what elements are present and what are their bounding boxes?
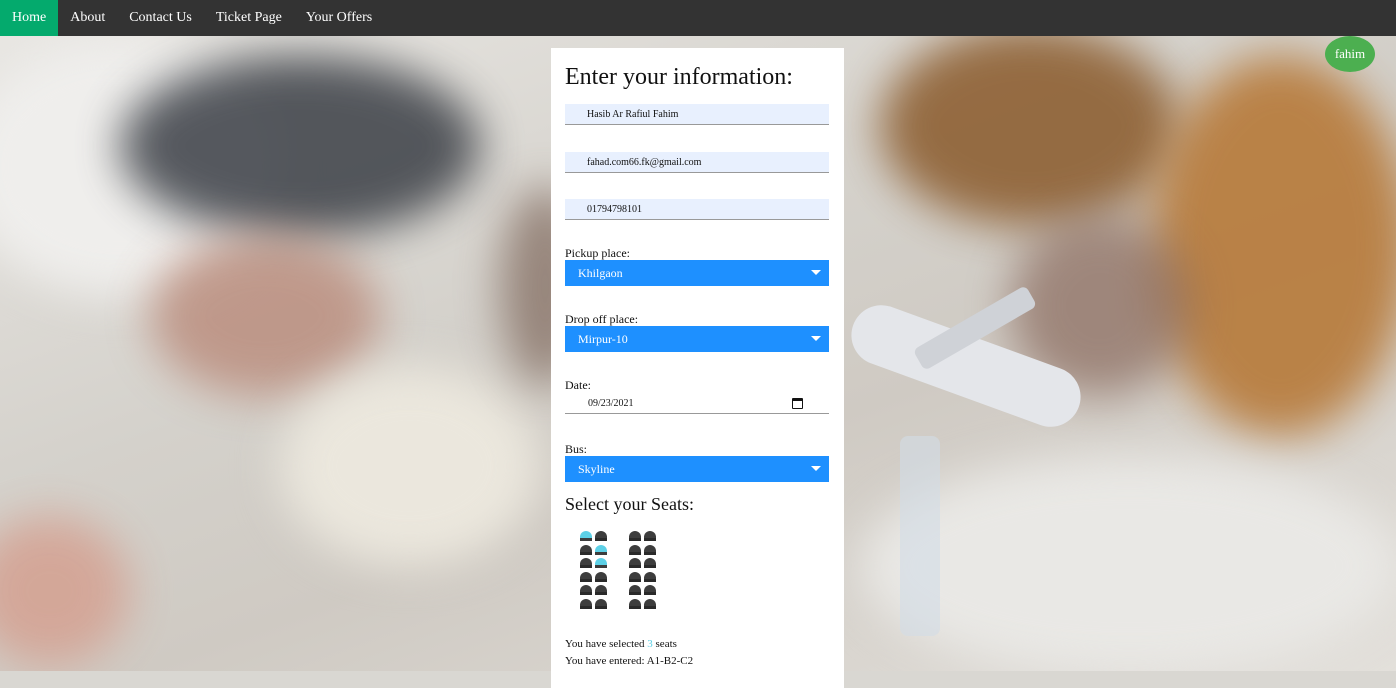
date-label: Date: — [565, 378, 591, 392]
seat-f4-icon[interactable] — [644, 598, 656, 609]
dropoff-label: Drop off place: — [565, 312, 639, 326]
seat-d2-icon[interactable] — [595, 571, 607, 582]
seat-row — [629, 571, 656, 586]
seat-a4-icon[interactable] — [644, 531, 656, 541]
seat-b1-icon[interactable] — [580, 544, 592, 555]
seat-b2-icon[interactable] — [595, 544, 607, 555]
seat-a1-icon[interactable] — [580, 531, 592, 541]
nav-about-link[interactable]: About — [58, 0, 117, 36]
date-field[interactable]: 09/23/2021 — [565, 394, 829, 414]
phone-field[interactable]: 01794798101 — [565, 199, 829, 220]
entered-value: A1-B2-C2 — [646, 655, 694, 667]
seat-b3-icon[interactable] — [629, 544, 641, 555]
seat-row — [629, 598, 656, 613]
seat-row — [580, 585, 607, 599]
selected-suffix: seats — [655, 638, 677, 650]
seats-title: Select your Seats: — [565, 494, 694, 514]
bus-select-value: Skyline — [578, 461, 615, 476]
selected-prefix: You have selected — [565, 638, 645, 650]
date-value: 09/23/2021 — [588, 398, 634, 409]
seat-c1-icon[interactable] — [580, 558, 592, 568]
seat-row — [580, 531, 607, 545]
chevron-down-icon — [811, 270, 821, 275]
seat-e1-icon[interactable] — [580, 585, 592, 595]
seat-row — [629, 544, 656, 559]
seat-a2-icon[interactable] — [595, 531, 607, 541]
nav-contact-link[interactable]: Contact Us — [117, 0, 204, 36]
pickup-label: Pickup place: — [565, 246, 630, 260]
seat-row — [580, 558, 607, 572]
bus-label: Bus: — [565, 442, 588, 456]
form-title: Enter your information: — [565, 64, 793, 90]
seat-row — [580, 571, 607, 586]
seat-e2-icon[interactable] — [595, 585, 607, 595]
seat-e3-icon[interactable] — [629, 585, 641, 595]
seat-c3-icon[interactable] — [629, 558, 641, 568]
pickup-select[interactable]: Khilgaon — [565, 260, 829, 286]
seat-b4-icon[interactable] — [644, 544, 656, 555]
seat-row — [629, 531, 656, 545]
seat-row — [629, 558, 656, 572]
seat-f1-icon[interactable] — [580, 598, 592, 609]
seat-f2-icon[interactable] — [595, 598, 607, 609]
seat-row — [629, 585, 656, 599]
selected-count-text: You have selected 3 seats — [565, 638, 677, 650]
seat-e4-icon[interactable] — [644, 585, 656, 595]
chevron-down-icon — [811, 466, 821, 471]
entered-prefix: You have entered: — [565, 655, 645, 667]
nav-your-offers-link[interactable]: Your Offers — [294, 0, 384, 36]
seat-a3-icon[interactable] — [629, 531, 641, 541]
seat-map-right — [629, 531, 656, 612]
ticket-form: Enter your information: Hasib Ar Rafiul … — [551, 48, 844, 688]
profile-badge[interactable]: fahim — [1325, 36, 1375, 72]
seat-f3-icon[interactable] — [629, 598, 641, 609]
seat-c4-icon[interactable] — [644, 558, 656, 568]
calendar-icon[interactable] — [792, 398, 803, 409]
bus-select[interactable]: Skyline — [565, 456, 829, 482]
dropoff-select-value: Mirpur-10 — [578, 331, 628, 346]
seat-d3-icon[interactable] — [629, 571, 641, 582]
seat-map-left — [580, 531, 607, 612]
selected-count: 3 — [647, 638, 653, 650]
nav-home-link[interactable]: Home — [0, 0, 59, 36]
seat-d1-icon[interactable] — [580, 571, 592, 582]
seat-row — [580, 544, 607, 559]
pickup-select-value: Khilgaon — [578, 265, 623, 280]
seat-d4-icon[interactable] — [644, 571, 656, 582]
name-field[interactable]: Hasib Ar Rafiul Fahim — [565, 104, 829, 125]
seat-c2-icon[interactable] — [595, 558, 607, 568]
chevron-down-icon — [811, 336, 821, 341]
entered-seats-text: You have entered: A1-B2-C2 — [565, 655, 693, 667]
dropoff-select[interactable]: Mirpur-10 — [565, 326, 829, 352]
top-navbar: Home About Contact Us Ticket Page Your O… — [0, 0, 1396, 36]
nav-ticket-page-link[interactable]: Ticket Page — [204, 0, 294, 36]
seat-row — [580, 598, 607, 613]
email-field[interactable]: fahad.com66.fk@gmail.com — [565, 152, 829, 173]
